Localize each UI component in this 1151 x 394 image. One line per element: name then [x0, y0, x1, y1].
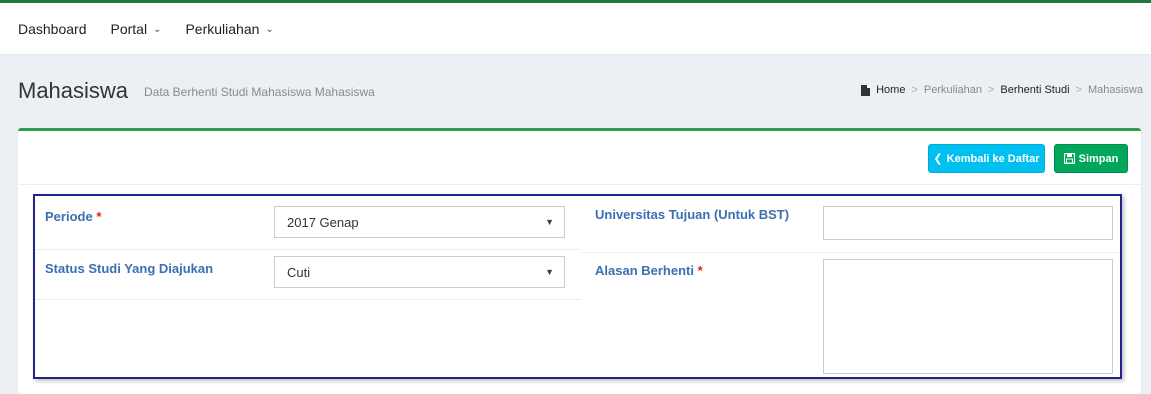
form-body: Periode * 2017 Genap ▼ Status Studi Yang… — [33, 194, 1122, 379]
breadcrumb: Home > Perkuliahan > Berhenti Studi > Ma… — [861, 84, 1143, 96]
alasan-label-text: Alasan Berhenti — [595, 263, 694, 278]
form-box: ❮ Kembali ke Daftar Simpan Periode * 201… — [18, 128, 1141, 394]
document-icon — [861, 84, 871, 96]
floppy-disk-icon — [1063, 153, 1075, 164]
breadcrumb-separator: > — [911, 84, 918, 96]
nav-perkuliahan[interactable]: Perkuliahan ⌄ — [185, 21, 273, 37]
nav-dashboard[interactable]: Dashboard — [18, 21, 87, 37]
periode-select-value: 2017 Genap — [287, 214, 359, 230]
status-select-value: Cuti — [287, 264, 311, 280]
back-button-label: Kembali ke Daftar — [946, 152, 1040, 165]
universitas-row: Universitas Tujuan (Untuk BST) — [583, 196, 1120, 253]
breadcrumb-mahasiswa: Mahasiswa — [1087, 84, 1143, 96]
required-mark: * — [697, 263, 703, 278]
breadcrumb-separator: > — [987, 84, 995, 96]
alasan-textarea[interactable] — [823, 259, 1113, 374]
breadcrumb-perkuliahan[interactable]: Perkuliahan — [924, 84, 982, 96]
universitas-input[interactable] — [823, 206, 1113, 240]
nav-dashboard-label: Dashboard — [18, 21, 87, 37]
triangle-down-icon: ▼ — [545, 267, 554, 277]
save-button[interactable]: Simpan — [1054, 144, 1128, 173]
form-box-header: ❮ Kembali ke Daftar Simpan — [18, 131, 1141, 185]
periode-row: Periode * 2017 Genap ▼ — [35, 196, 581, 250]
status-row: Status Studi Yang Diajukan Cuti ▼ — [35, 250, 581, 300]
nav-perkuliahan-label: Perkuliahan — [185, 21, 260, 37]
save-button-label: Simpan — [1078, 152, 1119, 165]
page-header: Mahasiswa Data Berhenti Studi Mahasiswa … — [18, 72, 1143, 108]
page-title: Mahasiswa — [18, 78, 129, 103]
required-mark: * — [96, 209, 102, 224]
breadcrumb-home[interactable]: Home — [876, 84, 905, 96]
top-navbar: Dashboard Portal ⌄ Perkuliahan ⌄ — [0, 0, 1151, 55]
status-select[interactable]: Cuti ▼ — [274, 256, 565, 288]
periode-label: Periode * — [45, 208, 101, 226]
back-to-list-button[interactable]: ❮ Kembali ke Daftar — [928, 144, 1045, 173]
status-label: Status Studi Yang Diajukan — [45, 261, 214, 276]
universitas-label: Universitas Tujuan (Untuk BST) — [595, 207, 790, 222]
alasan-label: Alasan Berhenti * — [595, 262, 703, 280]
chevron-down-icon: ⌄ — [265, 23, 274, 35]
periode-label-text: Periode — [45, 209, 93, 224]
triangle-down-icon: ▼ — [545, 217, 554, 227]
breadcrumb-separator: > — [1075, 84, 1082, 96]
chevron-left-icon: ❮ — [933, 153, 943, 165]
main-nav: Dashboard Portal ⌄ Perkuliahan ⌄ — [18, 3, 274, 55]
chevron-down-icon: ⌄ — [153, 23, 162, 35]
nav-portal[interactable]: Portal ⌄ — [111, 21, 162, 37]
page-subtitle: Data Berhenti Studi Mahasiswa Mahasiswa — [144, 85, 375, 99]
nav-portal-label: Portal — [110, 21, 148, 37]
periode-select[interactable]: 2017 Genap ▼ — [274, 206, 565, 238]
breadcrumb-berhenti-studi[interactable]: Berhenti Studi — [1000, 84, 1069, 96]
